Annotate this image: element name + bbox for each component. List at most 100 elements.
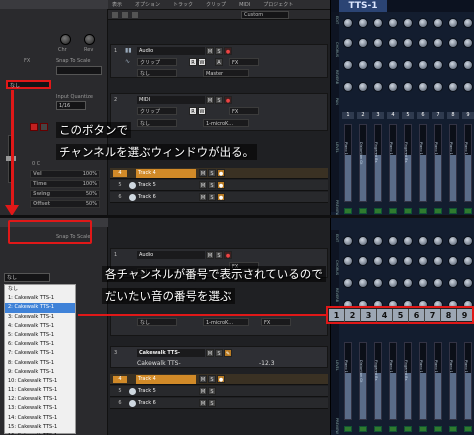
solo-button[interactable]: S [215,251,223,259]
preview-button[interactable] [404,208,412,214]
preview-button[interactable] [449,426,457,432]
custom-select[interactable]: Custom [241,11,289,19]
midi-track[interactable]: 2 MIDI M S ● クリップ R W FX なし 1-microK... [110,93,328,131]
output-select[interactable]: 1-microK... [203,318,249,326]
output-select[interactable]: Master [203,69,249,77]
offset-row[interactable]: Offset 50% [30,200,100,208]
mute-button[interactable]: M [206,349,214,357]
channel-knob[interactable] [403,82,413,92]
track-name[interactable]: Track 4 [136,169,196,178]
dropdown-option[interactable]: 14: Cakewalk TTS-1 [5,414,75,423]
solo-button[interactable]: S [215,349,223,357]
channel-knob[interactable] [373,60,383,70]
mute-button[interactable]: M [199,387,207,395]
channel-knob[interactable] [358,60,368,70]
preview-button[interactable] [464,426,472,432]
preview-button[interactable] [389,208,397,214]
menu-options[interactable]: オプション [131,0,160,10]
channel-knob[interactable] [373,18,383,28]
input-select[interactable]: なし [137,119,177,127]
preview-button[interactable] [389,426,397,432]
level-fader[interactable] [389,342,397,420]
audio-track[interactable]: 1 ▮▮ Audio M S ● ∿ クリップ R W A FX なし Mast… [110,44,328,78]
record-button[interactable]: ● [224,47,232,55]
mute-button[interactable]: M [199,375,207,383]
level-fader[interactable] [344,124,352,202]
channel-knob[interactable] [448,38,458,48]
mute-button[interactable]: M [206,251,214,259]
channel-knob[interactable] [433,60,443,70]
level-fader[interactable] [404,124,412,202]
synth-folder-track[interactable]: 3 Cakewalk TTS- M S ✎ Cakewalk TTS- -12.… [110,346,328,368]
track-name[interactable]: Audio [137,251,205,259]
track-name[interactable]: Audio [137,47,205,55]
preview-button[interactable] [374,208,382,214]
level-fader[interactable] [404,342,412,420]
channel-knob[interactable] [463,38,473,48]
dropdown-option[interactable]: 12: Cakewalk TTS-1 [5,395,75,404]
track-name[interactable]: MIDI [137,96,205,104]
channel-knob[interactable] [403,278,413,288]
track-row[interactable]: 4 Track 4 M S ● [110,374,328,385]
chorus-knob[interactable] [60,34,71,45]
solo-button[interactable]: S [215,96,223,104]
dropdown-option[interactable]: なし [5,285,75,294]
level-fader[interactable] [419,342,427,420]
track-name[interactable]: Track 6 [136,193,196,202]
solo-button[interactable]: S [208,387,216,395]
preview-button[interactable] [359,426,367,432]
reverb-knob[interactable] [84,34,95,45]
track-row[interactable]: 6 Track 6 M S [110,398,328,409]
channel-knob[interactable] [388,60,398,70]
channel-knob[interactable] [403,236,413,246]
channel-knob[interactable] [463,18,473,28]
channel-knob[interactable] [418,82,428,92]
channel-knob[interactable] [463,236,473,246]
dropdown-option[interactable]: 2: Cakewalk TTS-1 [5,303,75,313]
solo-button[interactable]: S [208,399,216,407]
mute-button[interactable]: M [199,193,207,201]
channel-knob[interactable] [388,38,398,48]
preview-button[interactable] [419,426,427,432]
dropdown-option[interactable]: 15: Cakewalk TTS-1 [5,423,75,432]
channel-dropdown-list[interactable]: なし 1: Cakewalk TTS-1 2: Cakewalk TTS-1 3: C… [4,284,76,435]
dropdown-option[interactable]: 3: Cakewalk TTS-1 [5,313,75,322]
fx-slot[interactable]: FX [261,318,291,326]
mute-button[interactable]: M [206,47,214,55]
level-fader[interactable] [434,342,442,420]
preview-button[interactable] [404,426,412,432]
channel-knob[interactable] [418,278,428,288]
freeze-button[interactable]: ✎ [224,349,232,357]
read-button[interactable]: R [189,107,197,115]
menu-clip[interactable]: クリップ [202,0,226,10]
channel-knob[interactable] [373,236,383,246]
channel-knob[interactable] [358,82,368,92]
dropdown-option[interactable]: 13: Cakewalk TTS-1 [5,404,75,413]
channel-knob[interactable] [418,60,428,70]
dropdown-option[interactable]: 6: Cakewalk TTS-1 [5,340,75,349]
fx-slot[interactable]: FX [229,58,259,66]
channel-knob[interactable] [343,18,353,28]
channel-knob[interactable] [433,82,443,92]
snap-select[interactable] [56,66,102,75]
channel-knob[interactable] [343,60,353,70]
channel-knob[interactable] [358,236,368,246]
preview-button[interactable] [344,208,352,214]
record-button[interactable]: ● [217,169,225,177]
channel-knob[interactable] [358,278,368,288]
menu-project[interactable]: プロジェクト [259,0,293,10]
solo-button[interactable]: S [208,169,216,177]
dropdown-option[interactable]: 7: Cakewalk TTS-1 [5,349,75,358]
channel-knob[interactable] [358,18,368,28]
level-fader[interactable] [419,124,427,202]
channel-knob[interactable] [373,256,383,266]
tool-icon[interactable] [122,12,128,18]
menu-view[interactable]: 表示 [108,0,122,10]
input-select[interactable]: なし [137,69,177,77]
dropdown-option[interactable]: 8: Cakewalk TTS-1 [5,359,75,368]
channel-knob[interactable] [403,60,413,70]
channel-knob[interactable] [388,256,398,266]
tool-icon[interactable] [112,12,118,18]
level-fader[interactable] [374,124,382,202]
midi-track[interactable]: なし 1-microK... FX [110,314,328,336]
